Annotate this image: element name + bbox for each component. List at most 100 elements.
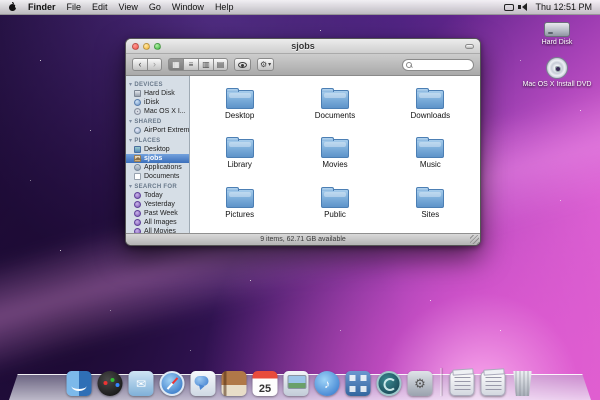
search-icon: [406, 62, 412, 68]
sidebar-section-devices[interactable]: ▾DEVICES: [126, 79, 189, 89]
system-preferences-dock-icon[interactable]: ⚙: [408, 371, 433, 396]
folder-public[interactable]: Public: [287, 179, 382, 229]
resize-grip[interactable]: [470, 235, 479, 244]
dvd-disc-icon: [134, 108, 141, 115]
folder-icon: [416, 189, 444, 208]
sidebar-item-applications[interactable]: Applications: [126, 163, 189, 172]
spaces-dock-icon[interactable]: [346, 371, 371, 396]
trash-dock-icon[interactable]: [512, 371, 534, 396]
sidebar-item-all-images[interactable]: All Images: [126, 218, 189, 227]
preview-dock-icon[interactable]: [284, 371, 309, 396]
folder-downloads[interactable]: Downloads: [383, 80, 478, 130]
list-view-button[interactable]: ≡: [183, 58, 198, 71]
folder-movies[interactable]: Movies: [287, 130, 382, 180]
back-button[interactable]: ‹: [132, 58, 147, 71]
sidebar-item-today[interactable]: Today: [126, 191, 189, 200]
column-view-button[interactable]: ▥: [198, 58, 213, 71]
smart-folder-icon: [134, 210, 141, 217]
mail-dock-icon[interactable]: ✉: [129, 371, 154, 396]
menu-go[interactable]: Go: [149, 2, 161, 12]
folder-documents[interactable]: Documents: [287, 80, 382, 130]
address-book-dock-icon[interactable]: [222, 371, 247, 396]
folder-pictures[interactable]: Pictures: [192, 179, 287, 229]
menu-edit[interactable]: Edit: [92, 2, 108, 12]
folder-sites[interactable]: Sites: [383, 179, 478, 229]
sidebar-item-sjobs[interactable]: sjobs: [126, 154, 189, 163]
action-menu-button[interactable]: ⚙▾: [257, 58, 274, 71]
sidebar-item-past-week[interactable]: Past Week: [126, 209, 189, 218]
menu-help[interactable]: Help: [215, 2, 234, 12]
menu-finder[interactable]: Finder: [28, 2, 56, 12]
itunes-dock-icon[interactable]: ♪: [315, 371, 340, 396]
sidebar-item-idisk[interactable]: iDisk: [126, 98, 189, 107]
sidebar-item-airport-extreme[interactable]: AirPort Extreme: [126, 126, 189, 135]
disclosure-triangle-icon: ▾: [129, 118, 132, 125]
downloads-stack-dock-icon[interactable]: [481, 371, 506, 396]
folder-library[interactable]: Library: [192, 130, 287, 180]
desktop-icon-label: Hard Disk: [542, 39, 573, 47]
toolbar-toggle-button[interactable]: [465, 44, 474, 49]
finder-dock-icon[interactable]: [67, 371, 92, 396]
volume-status-icon[interactable]: [522, 3, 527, 11]
dock: ✉ 25 ♪ ⚙: [0, 360, 600, 400]
airport-icon: [134, 127, 141, 134]
eye-icon: [238, 62, 247, 68]
menu-clock[interactable]: Thu 12:51 PM: [535, 2, 592, 12]
hard-disk-icon: [134, 90, 141, 97]
safari-dock-icon[interactable]: [160, 371, 185, 396]
menu-file[interactable]: File: [67, 2, 82, 12]
applications-icon: [134, 164, 141, 171]
forward-button[interactable]: ›: [147, 58, 162, 71]
smart-folder-icon: [134, 201, 141, 208]
gear-icon: ⚙: [260, 60, 267, 69]
folder-music[interactable]: Music: [383, 130, 478, 180]
sidebar-item-yesterday[interactable]: Yesterday: [126, 200, 189, 209]
ical-dock-icon[interactable]: 25: [253, 371, 278, 396]
time-machine-dock-icon[interactable]: [377, 371, 402, 396]
status-text: 9 items, 62.71 GB available: [260, 236, 346, 243]
icon-view-button[interactable]: ▦: [168, 58, 183, 71]
folder-icon: [321, 90, 349, 109]
quick-look-button[interactable]: [234, 58, 251, 71]
ical-day: 25: [259, 382, 271, 396]
sidebar-item-desktop[interactable]: Desktop: [126, 145, 189, 154]
disclosure-triangle-icon: ▾: [129, 81, 132, 88]
document-icon: [134, 173, 141, 180]
folder-icon: [416, 139, 444, 158]
menu-window[interactable]: Window: [172, 2, 204, 12]
folder-icon: [226, 189, 254, 208]
desktop-icon-hard-disk[interactable]: Hard Disk: [520, 22, 594, 47]
window-titlebar[interactable]: sjobs: [126, 39, 480, 54]
status-bar: 9 items, 62.71 GB available: [126, 233, 480, 245]
folder-icon: [416, 90, 444, 109]
smart-folder-icon: [134, 192, 141, 199]
idisk-icon: [134, 99, 141, 106]
coverflow-view-button[interactable]: ▤: [213, 58, 228, 71]
desktop-icon-label: Mac OS X Install DVD: [523, 81, 592, 89]
ichat-dock-icon[interactable]: [191, 371, 216, 396]
smart-folder-icon: [134, 219, 141, 226]
finder-sidebar: ▾DEVICES Hard Disk iDisk Mac OS X I...▲ …: [126, 76, 190, 233]
sidebar-item-documents[interactable]: Documents: [126, 172, 189, 181]
sidebar-section-search-for[interactable]: ▾SEARCH FOR: [126, 181, 189, 191]
search-field[interactable]: [402, 59, 474, 71]
folder-icon: [226, 90, 254, 109]
desktop-icons: Hard Disk Mac OS X Install DVD: [520, 22, 594, 89]
search-input[interactable]: [414, 60, 472, 70]
sidebar-item-install-dvd[interactable]: Mac OS X I...▲: [126, 107, 189, 116]
disclosure-triangle-icon: ▾: [129, 137, 132, 144]
display-status-icon[interactable]: [504, 4, 514, 11]
sidebar-section-places[interactable]: ▾PLACES: [126, 135, 189, 145]
folder-desktop[interactable]: Desktop: [192, 80, 287, 130]
sidebar-section-shared[interactable]: ▾SHARED: [126, 116, 189, 126]
sidebar-item-hard-disk[interactable]: Hard Disk: [126, 89, 189, 98]
dock-divider: [441, 368, 442, 396]
folder-grid: Desktop Documents Downloads Library Movi…: [190, 76, 480, 233]
documents-stack-dock-icon[interactable]: [450, 371, 475, 396]
menu-view[interactable]: View: [119, 2, 138, 12]
desktop-icon-install-dvd[interactable]: Mac OS X Install DVD: [520, 57, 594, 89]
hard-disk-icon: [544, 22, 570, 37]
dashboard-dock-icon[interactable]: [98, 371, 123, 396]
window-toolbar: ‹ › ▦ ≡ ▥ ▤ ⚙▾: [126, 54, 480, 76]
apple-menu-icon[interactable]: [8, 2, 17, 12]
